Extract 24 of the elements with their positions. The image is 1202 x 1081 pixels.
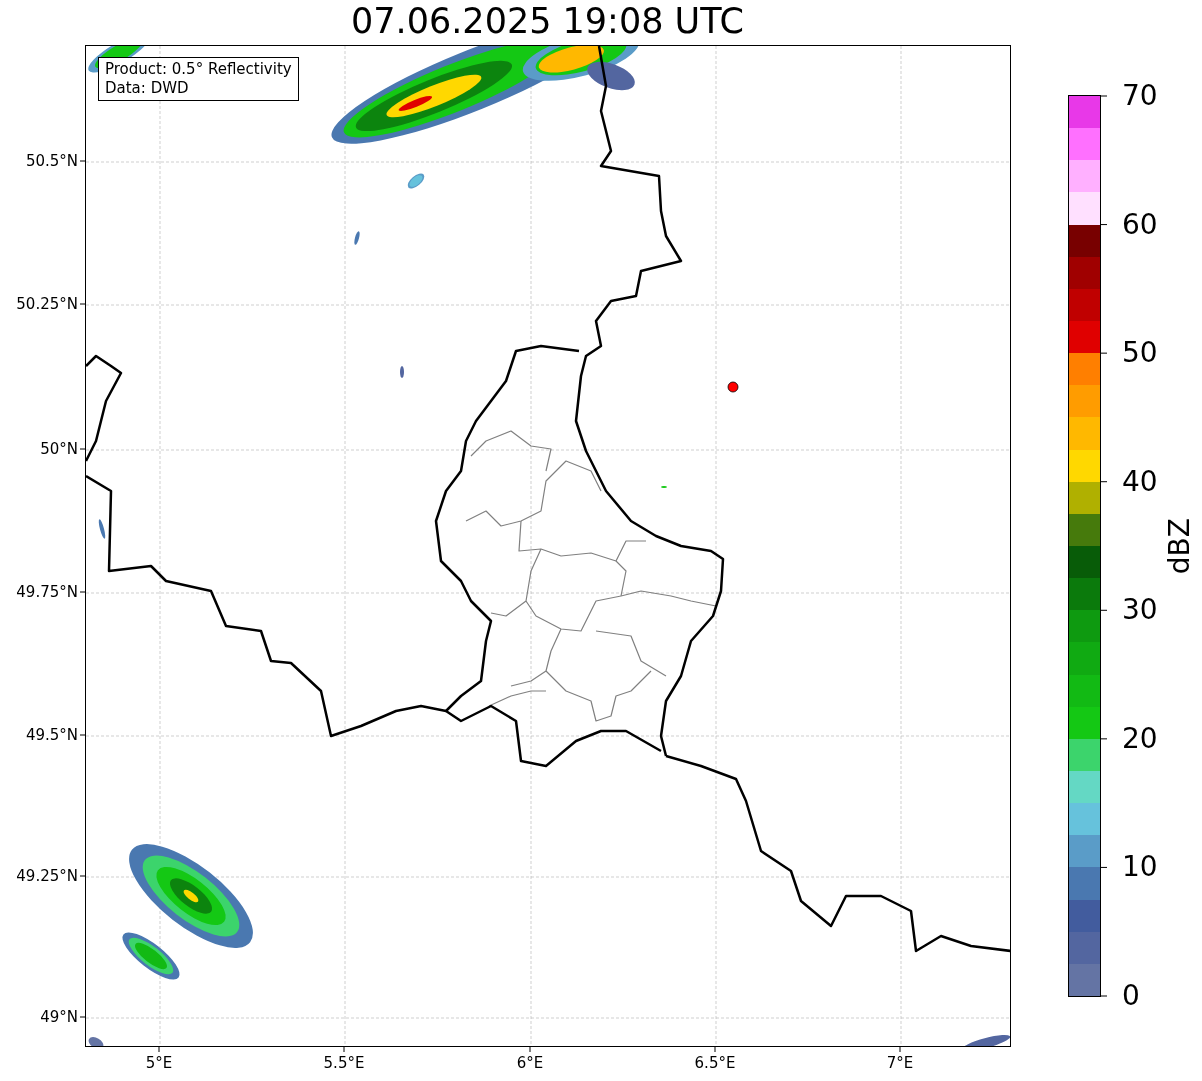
axis-label: 7°E [885,1053,915,1074]
axis-label: 49.75°N [16,582,78,602]
legend-text: Data: DWD [105,79,190,98]
axis-label: 49.5°N [25,725,78,745]
axis-label: 49.25°N [16,866,78,886]
colorbar-label: 40 [1122,464,1158,499]
axis-label: 50.5°N [25,151,78,171]
axis-label: 5.5°E [322,1053,366,1074]
colorbar-label: 60 [1122,207,1158,242]
axis-label: 5°E [144,1053,174,1074]
colorbar-label: 0 [1122,979,1140,1013]
colorbar-label: 20 [1122,721,1158,756]
axis-label: 49°N [40,1007,78,1027]
legend-text: Product: 0.5° Reflectivity [105,60,292,79]
axis-label: 50.25°N [16,294,78,314]
colorbar-unit: dBZ [1163,518,1197,575]
colorbar-label: 70 [1122,79,1158,113]
colorbar-label: 50 [1122,336,1158,371]
chart-title: 07.06.2025 19:08 UTC [351,1,744,41]
axis-label: 6.5°E [693,1053,737,1074]
colorbar-label: 30 [1122,593,1158,628]
axis-label: 6°E [515,1053,545,1074]
colorbar-label: 10 [1122,850,1158,885]
axis-label: 50°N [40,439,78,459]
